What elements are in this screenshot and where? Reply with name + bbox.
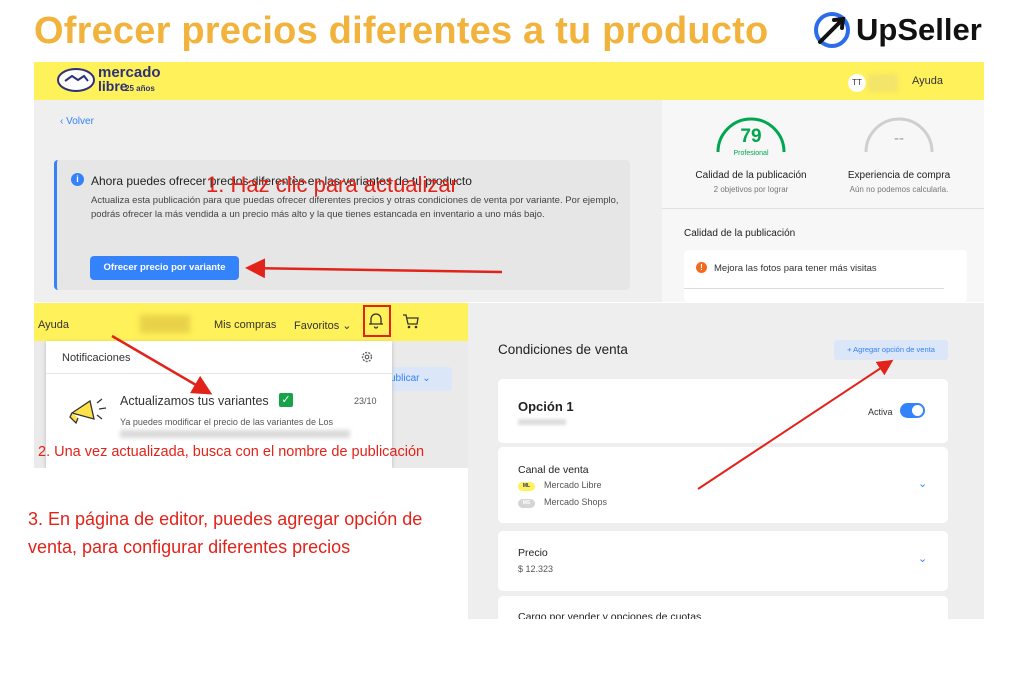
- divider: [662, 208, 984, 209]
- quality-sidebar: 79 Profesional Calidad de la publicación…: [662, 100, 984, 302]
- quality-score: 79: [740, 126, 762, 147]
- experience-title: Experiencia de compra: [847, 170, 951, 181]
- option-card: Opción 1 Activa: [498, 379, 948, 443]
- blurred-username: [140, 315, 190, 333]
- fees-card[interactable]: Cargo por vender y opciones de cuotas: [498, 596, 948, 619]
- ms-chip: MS: [518, 499, 535, 508]
- avatar[interactable]: TT: [848, 74, 866, 92]
- notification-date: 23/10: [354, 396, 377, 406]
- channel-label: Mercado Shops: [544, 497, 608, 507]
- step3-annotation: 3. En página de editor, puedes agregar o…: [28, 509, 423, 557]
- cart-icon[interactable]: [402, 312, 420, 330]
- step1-annotation: 1. Haz clic para actualizar: [206, 172, 458, 197]
- sales-channel-title: Canal de venta: [518, 464, 589, 476]
- gear-icon[interactable]: [360, 350, 374, 364]
- quality-tip-text: Mejora las fotos para tener más visitas: [714, 263, 877, 274]
- info-icon: i: [71, 173, 84, 186]
- section-title: Calidad de la publicación: [684, 228, 796, 239]
- favorites-menu[interactable]: Favoritos ⌄: [294, 319, 352, 332]
- active-label: Activa: [868, 407, 893, 417]
- notifications-title: Notificaciones: [62, 352, 131, 364]
- blurred-username: [868, 74, 898, 92]
- handshake-icon[interactable]: [56, 67, 96, 93]
- price-card[interactable]: Precio $ 12.323 ⌄: [498, 531, 948, 591]
- price-value: $ 12.323: [518, 564, 554, 574]
- megaphone-icon: [69, 398, 107, 425]
- quality-title: Calidad de la publicación: [695, 170, 807, 181]
- blurred-text: [120, 430, 350, 438]
- experience-subtitle: Aún no podemos calcularla.: [849, 185, 949, 194]
- back-link[interactable]: ‹ Volver: [60, 116, 94, 127]
- notification-title[interactable]: Actualizamos tus variantes: [120, 394, 269, 408]
- ml-chip: ML: [518, 482, 535, 491]
- page-headline: Ofrecer precios diferentes a tu producto: [34, 10, 769, 52]
- experience-score: --: [894, 130, 904, 147]
- warning-icon: !: [696, 262, 707, 273]
- sales-channel-card[interactable]: Canal de venta ML Mercado Libre MS Merca…: [498, 447, 948, 523]
- help-link[interactable]: Ayuda: [912, 75, 943, 87]
- fees-title: Cargo por vender y opciones de cuotas: [518, 611, 702, 619]
- toggle-knob: [912, 405, 923, 416]
- add-sale-option-button[interactable]: + Agregar opción de venta: [834, 340, 948, 360]
- sale-conditions-panel: Condiciones de venta + Agregar opción de…: [468, 303, 984, 619]
- bell-icon[interactable]: [367, 311, 385, 329]
- notification-body: Ya puedes modificar el precio de las var…: [120, 417, 333, 427]
- help-link[interactable]: Ayuda: [38, 319, 69, 331]
- blurred-text: [518, 419, 566, 425]
- price-title: Precio: [518, 547, 548, 559]
- step2-annotation: 2. Una vez actualizada, busca con el nom…: [38, 444, 425, 460]
- info-body: Actualiza esta publicación para que pued…: [91, 195, 619, 220]
- active-toggle[interactable]: [900, 403, 925, 418]
- divider: [684, 288, 944, 289]
- ml-logo-anniversary: 25 años: [125, 84, 155, 93]
- quality-subtitle: 2 objetivos por lograr: [713, 185, 789, 194]
- chevron-down-icon[interactable]: ⌄: [918, 477, 927, 490]
- my-purchases-link[interactable]: Mis compras: [214, 319, 276, 331]
- quality-level: Profesional: [733, 150, 769, 157]
- ml-nav-header: Ayuda Mis compras Favoritos ⌄: [34, 303, 468, 341]
- option-title: Opción 1: [518, 399, 574, 414]
- upseller-brand-name: UpSeller: [856, 12, 982, 47]
- listing-quality-panel: mercado libre 25 años TT Ayuda ‹ Volver …: [34, 62, 984, 302]
- check-icon: ✓: [279, 393, 293, 407]
- quality-tip-card[interactable]: ! Mejora las fotos para tener más visita…: [684, 250, 967, 302]
- divider: [46, 373, 392, 374]
- chevron-down-icon[interactable]: ⌄: [918, 552, 927, 565]
- upseller-rocket-icon: [814, 12, 850, 48]
- sale-conditions-title: Condiciones de venta: [498, 342, 628, 357]
- offer-price-per-variant-button[interactable]: Ofrecer precio por variante: [90, 256, 239, 280]
- ml-top-header: mercado libre 25 años TT Ayuda: [34, 62, 984, 100]
- ml-logo-text: libre: [98, 78, 128, 94]
- channel-label: Mercado Libre: [544, 480, 602, 490]
